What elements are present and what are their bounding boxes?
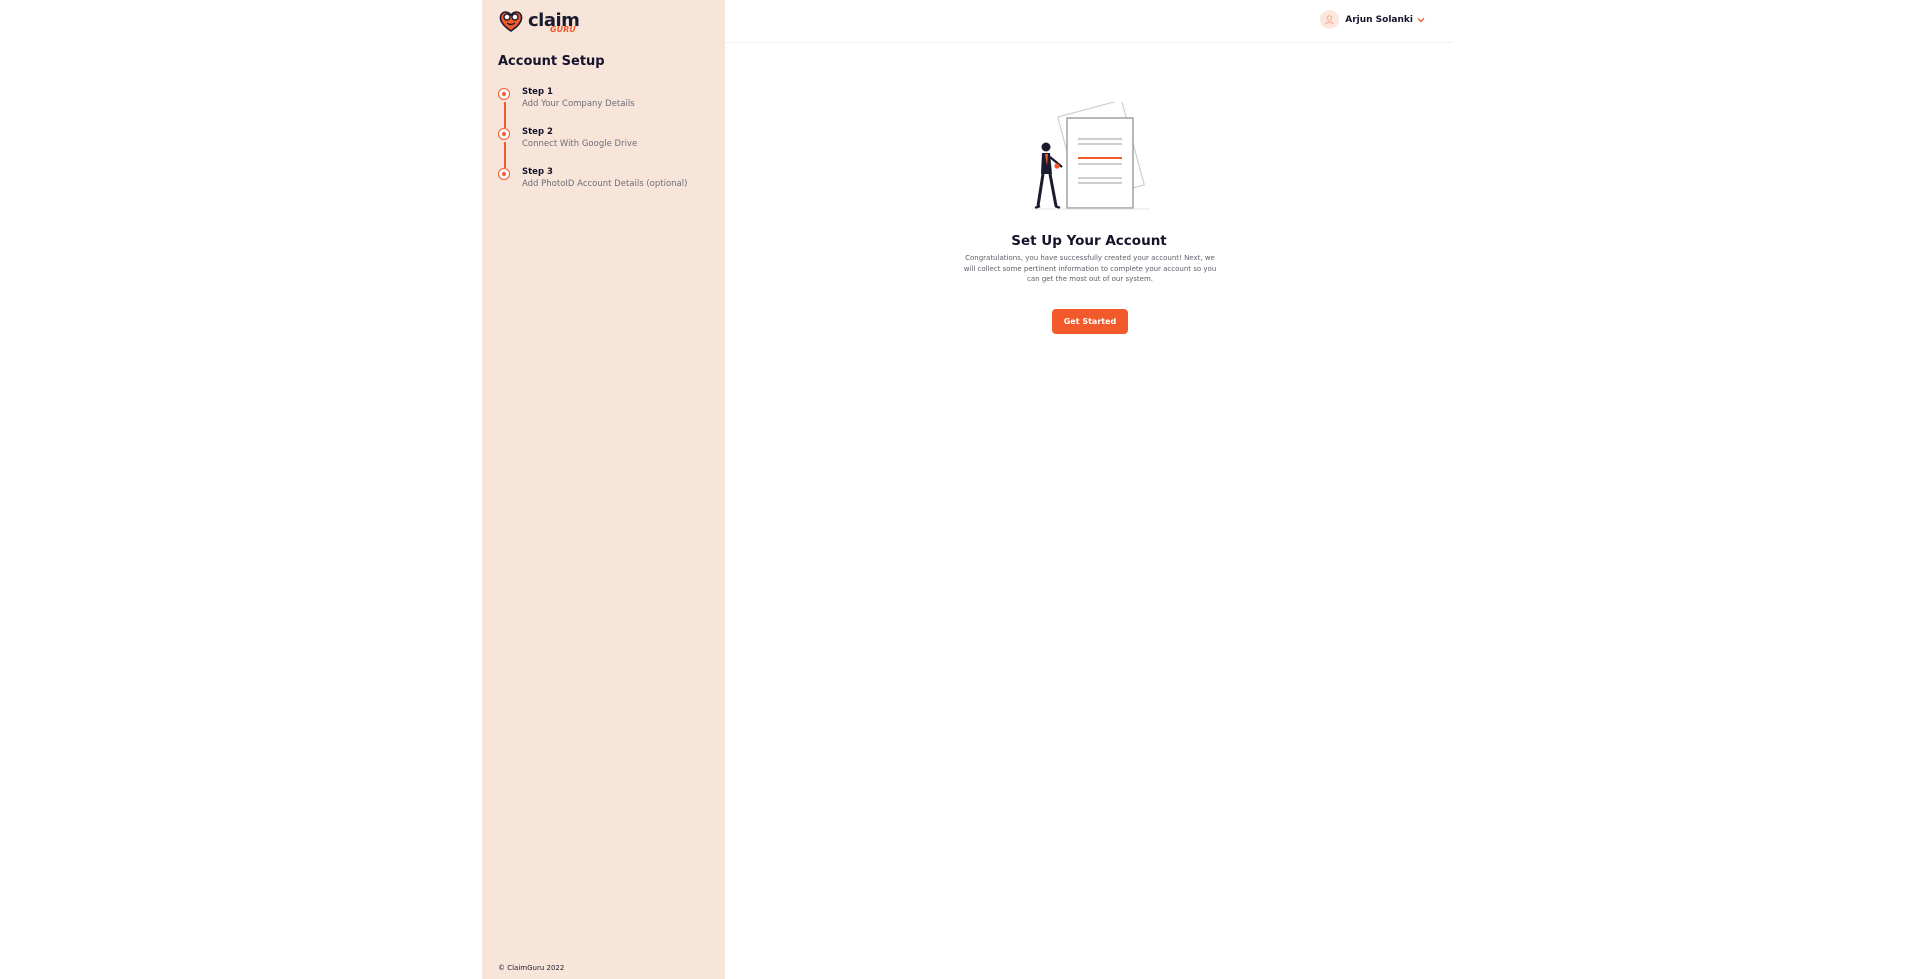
top-bar: Arjun Solanki xyxy=(725,0,1453,43)
brand-logo[interactable]: claim GURU xyxy=(498,8,580,38)
brand-sub: GURU xyxy=(550,25,576,34)
step-description: Add Your Company Details xyxy=(522,99,635,109)
step-indicator-icon xyxy=(498,168,510,180)
step-indicator-icon xyxy=(498,128,510,140)
heart-logo-icon xyxy=(498,8,524,38)
page-title: Set Up Your Account xyxy=(1011,233,1167,249)
user-menu[interactable]: Arjun Solanki xyxy=(1320,10,1425,29)
step-title: Step 3 xyxy=(522,167,553,177)
sidebar: claim GURU Account Setup Step 1 Add Your… xyxy=(482,0,725,979)
step-description: Add PhotoID Account Details (optional) xyxy=(522,179,688,189)
step-indicator-icon xyxy=(498,88,510,100)
user-name: Arjun Solanki xyxy=(1345,14,1413,25)
document-illustration xyxy=(1032,99,1152,231)
account-setup-title: Account Setup xyxy=(498,54,605,69)
step-description: Connect With Google Drive xyxy=(522,139,638,149)
user-avatar-icon xyxy=(1320,10,1340,29)
get-started-button[interactable]: Get Started xyxy=(1052,309,1128,334)
chevron-down-icon[interactable] xyxy=(1417,17,1425,23)
copyright-text: © ClaimGuru 2022 xyxy=(498,964,565,972)
step-title: Step 1 xyxy=(522,87,553,97)
step-connector xyxy=(504,142,506,168)
page-description: Congratulations, you have successfully c… xyxy=(963,254,1217,283)
step-connector xyxy=(504,102,506,128)
brand-wordmark: claim GURU xyxy=(528,10,580,36)
step-title: Step 2 xyxy=(522,127,553,137)
